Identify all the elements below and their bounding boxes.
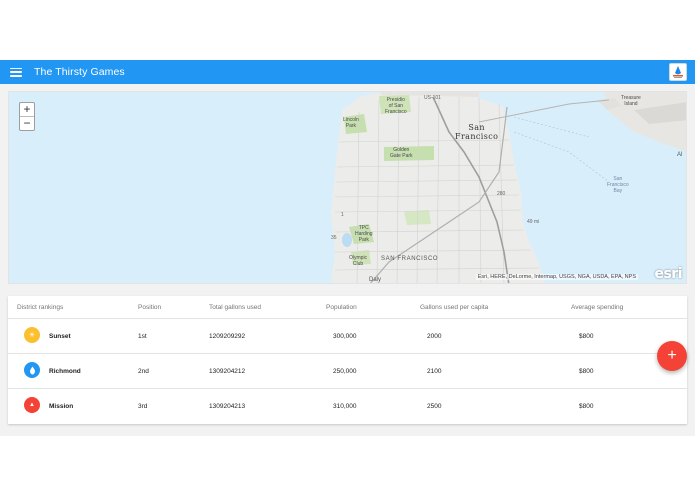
sun-icon: ☀ — [24, 327, 40, 343]
district-name: Mission — [49, 403, 74, 410]
app-shell: The Thirsty Games San Francisco Golden G… — [0, 60, 695, 436]
district-spending: $800 — [579, 403, 594, 410]
table-row-mission[interactable]: ▲ Mission 3rd 1309204213 310,000 2500 $8… — [8, 389, 687, 423]
district-spending: $800 — [579, 333, 594, 340]
header-per-capita: Gallons used per capita — [420, 304, 489, 311]
map-label-olympic-club: Olympic Club — [349, 255, 368, 267]
triangle-icon: ▲ — [24, 397, 40, 413]
zoom-in-button[interactable]: + — [20, 103, 34, 116]
district-population: 310,000 — [333, 403, 357, 410]
zoom-out-button[interactable]: − — [20, 116, 34, 130]
district-gallons: 1209209292 — [209, 333, 246, 340]
map-attribution: Esri, HERE, DeLorme, Intermap, USGS, NGA… — [475, 274, 638, 280]
add-button[interactable]: + — [657, 341, 687, 371]
map-label-280: 280 — [497, 191, 506, 197]
map-label-35: 35 — [331, 235, 337, 241]
hamburger-menu-icon[interactable] — [10, 67, 22, 77]
map-view[interactable]: San Francisco Golden Gate Park Lincoln P… — [8, 91, 687, 284]
table-header: District rankings Position Total gallons… — [8, 296, 687, 319]
district-population: 250,000 — [333, 368, 357, 375]
district-population: 300,000 — [333, 333, 357, 340]
water-drop-icon — [24, 362, 40, 378]
table-row-sunset[interactable]: ☀ Sunset 1st 1209209292 300,000 2000 $80… — [8, 319, 687, 354]
map-label-presidio: Presidio of San Francisco — [385, 97, 407, 115]
district-rankings-table: District rankings Position Total gallons… — [8, 296, 687, 424]
district-name: Sunset — [49, 333, 71, 340]
header-gallons: Total gallons used — [209, 304, 262, 311]
map-label-49mi: 49 mi — [527, 219, 540, 225]
map-label-us-101: US-101 — [424, 95, 441, 101]
header-position: Position — [138, 304, 162, 311]
header-district: District rankings — [17, 304, 64, 311]
map-label-treasure-island: Treasure Island — [621, 95, 641, 107]
district-per-capita: 2500 — [427, 403, 442, 410]
map-label-sf-bottom: SAN FRANCISCO — [381, 256, 439, 262]
district-gallons: 1309204213 — [209, 403, 246, 410]
esri-logo[interactable]: esri — [654, 266, 682, 282]
map-label-al: Al — [677, 152, 683, 158]
district-name: Richmond — [49, 368, 81, 375]
map-label-lincoln-park: Lincoln Park — [343, 117, 359, 129]
district-spending: $800 — [579, 368, 594, 375]
map-label-1: 1 — [341, 212, 344, 218]
map-label-tpc-harding: TPC Harding Park — [355, 225, 373, 243]
table-row-richmond[interactable]: Richmond 2nd 1309204212 250,000 2100 $80… — [8, 354, 687, 389]
map-label-daly: Daly — [369, 277, 382, 283]
district-per-capita: 2100 — [427, 368, 442, 375]
district-position: 2nd — [138, 368, 149, 375]
map-label-sf-bay: San Francisco Bay — [607, 176, 629, 194]
app-title: The Thirsty Games — [34, 66, 125, 78]
district-position: 1st — [138, 333, 147, 340]
app-logo[interactable] — [669, 63, 687, 81]
district-position: 3rd — [138, 403, 148, 410]
header-population: Population — [326, 304, 357, 311]
zoom-control: + − — [19, 102, 35, 131]
header-spending: Average spending — [571, 304, 624, 311]
map-label-san-francisco: San Francisco — [455, 123, 499, 141]
district-gallons: 1309204212 — [209, 368, 246, 375]
district-per-capita: 2000 — [427, 333, 442, 340]
map-label-golden-gate-park: Golden Gate Park — [390, 147, 413, 159]
app-bar: The Thirsty Games — [0, 60, 695, 84]
